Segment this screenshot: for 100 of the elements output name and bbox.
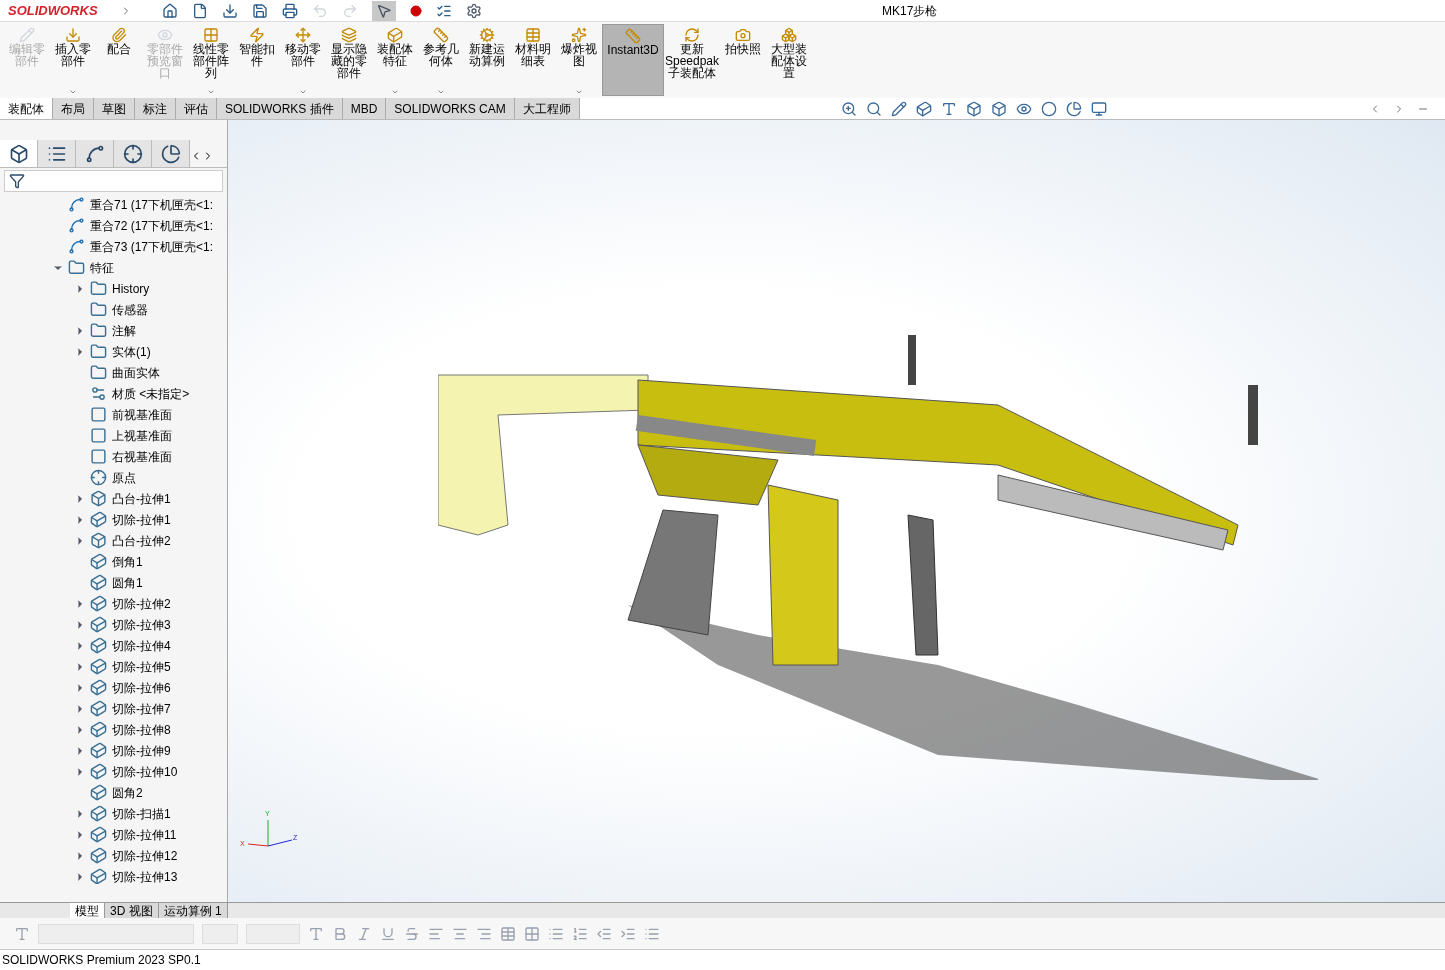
ribbon-button[interactable]: 线性零部件阵列	[188, 24, 234, 96]
feature-icon	[90, 826, 107, 843]
ribbon-tab[interactable]: 草图	[94, 98, 135, 119]
tree-item[interactable]: 切除-拉伸10	[112, 762, 178, 781]
view-tool-icon[interactable]	[866, 100, 883, 117]
tree-item[interactable]: 圆角2	[112, 783, 143, 802]
tree-item[interactable]: 切除-拉伸2	[112, 594, 171, 613]
ribbon-button[interactable]: 拍快照	[720, 24, 766, 96]
tree-item[interactable]: 材质 <未指定>	[112, 384, 190, 403]
tree-item[interactable]: 切除-拉伸4	[112, 636, 171, 655]
ribbon-button[interactable]: 更新Speedpak子装配体	[664, 24, 720, 96]
view-tool-icon[interactable]	[1066, 100, 1083, 117]
feature-icon	[90, 574, 107, 591]
tree-item[interactable]: 凸台-拉伸1	[112, 489, 171, 508]
tree-item[interactable]: 曲面实体	[112, 363, 160, 382]
bottom-tab[interactable]: 模型	[70, 903, 105, 918]
ribbon-button[interactable]: 装配体特征	[372, 24, 418, 96]
ribbon-tab[interactable]: SOLIDWORKS 插件	[217, 98, 343, 119]
ribbon-button[interactable]: 材料明细表	[510, 24, 556, 96]
feature-icon	[68, 217, 85, 234]
tree-item[interactable]: 前视基准面	[112, 405, 172, 424]
feature-icon	[90, 406, 107, 423]
ribbon-tab[interactable]: SOLIDWORKS CAM	[386, 98, 515, 119]
bottom-tab[interactable]: 3D 视图	[105, 903, 159, 918]
toolbar-icon[interactable]	[252, 2, 268, 19]
traffic-light-icon[interactable]	[410, 2, 422, 19]
tree-item[interactable]: 重合71 (17下机匣壳<1:	[90, 195, 214, 214]
tree-item[interactable]: 传感器	[112, 300, 148, 319]
ribbon-button[interactable]: 插入零部件	[50, 24, 96, 96]
tree-item[interactable]: History	[112, 279, 150, 298]
panel-tab[interactable]	[114, 140, 152, 167]
ribbon-button[interactable]: 参考几何体	[418, 24, 464, 96]
ribbon-tool-icon	[65, 27, 81, 43]
toolbar-icon[interactable]	[222, 2, 238, 19]
tree-item[interactable]: 切除-拉伸5	[112, 657, 171, 676]
ribbon-tool-icon	[249, 27, 265, 43]
tree-item[interactable]: 切除-拉伸3	[112, 615, 171, 634]
ribbon-tool-icon	[387, 27, 403, 43]
ribbon-button[interactable]: 大型装配体设置	[766, 24, 812, 96]
ribbon-tool-icon	[111, 27, 127, 43]
settings-icon[interactable]	[466, 2, 482, 19]
dropdown-caret-icon	[575, 88, 583, 96]
ribbon-button[interactable]: 移动零部件	[280, 24, 326, 96]
toolbar-icon[interactable]	[162, 2, 178, 19]
tree-item[interactable]: 切除-拉伸12	[112, 846, 178, 865]
feature-icon	[90, 553, 107, 570]
tree-item[interactable]: 右视基准面	[112, 447, 172, 466]
tree-item[interactable]: 倒角1	[112, 552, 143, 571]
tree-item[interactable]: 上视基准面	[112, 426, 172, 445]
ribbon-button[interactable]: 智能扣件	[234, 24, 280, 96]
ribbon-button[interactable]: 新建运动算例	[464, 24, 510, 96]
tree-item[interactable]: 切除-拉伸1	[112, 510, 171, 529]
toolbar-icon[interactable]	[192, 2, 208, 19]
tree-item[interactable]: 切除-拉伸13	[112, 867, 178, 884]
filter-field[interactable]	[4, 170, 223, 192]
ribbon-button[interactable]: 配合	[96, 24, 142, 96]
toolbar-icon[interactable]	[282, 2, 298, 19]
ribbon-button[interactable]: 爆炸视图	[556, 24, 602, 96]
view-tool-icon[interactable]	[891, 100, 908, 117]
ribbon-tab[interactable]: MBD	[342, 98, 387, 119]
tree-item[interactable]: 切除-拉伸8	[112, 720, 171, 739]
tree-item[interactable]: 凸台-拉伸2	[112, 531, 171, 550]
feature-icon	[90, 595, 107, 612]
tree-item[interactable]: 重合73 (17下机匣壳<1:	[90, 237, 214, 256]
view-tool-icon[interactable]	[841, 100, 858, 117]
ribbon-button[interactable]: Instant3D	[602, 24, 664, 96]
panel-tab-icon	[8, 143, 29, 164]
feature-icon	[90, 532, 107, 549]
select-tool[interactable]	[372, 0, 396, 21]
view-tool-icon[interactable]	[966, 100, 983, 117]
feature-icon	[90, 700, 107, 717]
feature-icon	[90, 784, 107, 801]
tree-item[interactable]: 重合72 (17下机匣壳<1:	[90, 216, 214, 235]
panel-tab[interactable]	[76, 140, 114, 167]
size-field[interactable]	[246, 923, 300, 944]
tree-item[interactable]: 特征	[90, 258, 114, 277]
ribbon-tab[interactable]: 布局	[53, 98, 94, 119]
view-tool-icon[interactable]	[916, 100, 933, 117]
panel-tab[interactable]	[38, 140, 76, 167]
tree-item[interactable]: 切除-拉伸11	[112, 825, 177, 844]
view-tool-icon[interactable]	[1091, 100, 1108, 117]
bottom-tab[interactable]: 运动算例 1	[158, 903, 228, 918]
tree-item[interactable]: 圆角1	[112, 573, 143, 592]
ribbon-tool-icon	[479, 27, 495, 43]
tree-item[interactable]: 实体(1)	[112, 342, 151, 361]
ribbon-tab[interactable]: 评估	[176, 98, 217, 119]
tree-item[interactable]: 切除-拉伸6	[112, 678, 171, 697]
view-tool-icon[interactable]	[1041, 100, 1058, 117]
tree-item[interactable]: 注解	[112, 321, 136, 340]
tree-item[interactable]: 切除-拉伸7	[112, 699, 171, 718]
tree-item[interactable]: 原点	[112, 468, 136, 487]
view-tool-icon[interactable]	[991, 100, 1008, 117]
ribbon-tab[interactable]: 大工程师	[514, 98, 580, 119]
ribbon-button[interactable]: 显示隐藏的零部件	[326, 24, 372, 96]
panel-tab[interactable]	[0, 140, 38, 167]
view-tool-icon[interactable]	[941, 100, 958, 117]
tree-item[interactable]: 切除-拉伸9	[112, 741, 171, 760]
ribbon-tab[interactable]: 标注	[135, 98, 176, 119]
panel-tab[interactable]	[152, 140, 190, 167]
tree-item[interactable]: 切除-扫描1	[112, 804, 171, 823]
